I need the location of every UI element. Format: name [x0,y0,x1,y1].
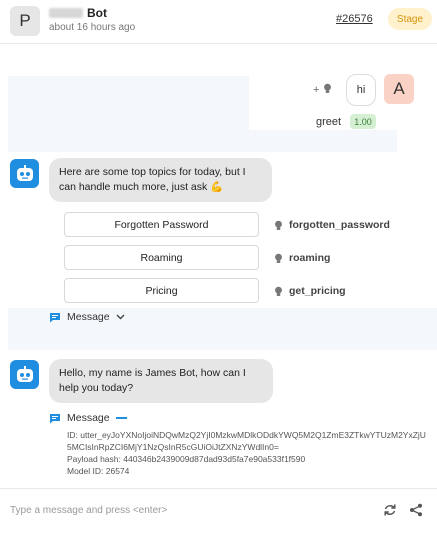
lightbulb-icon [274,253,284,264]
quick-reply-button[interactable]: Pricing [64,278,259,303]
message-composer [0,488,437,534]
message-metadata: ID: utter_eyJoYXNoIjoiNDQwMzQ2YjI0MzkwMD… [67,429,429,477]
refresh-icon[interactable] [383,503,397,517]
stage-badge[interactable]: Stage [388,8,432,30]
bot-name-label: Bot [87,6,107,20]
collapse-icon [115,416,127,420]
confidence-badge: 1.00 [350,114,376,129]
conversation-header: P Bot about 16 hours ago #26576 Stage [0,0,437,44]
plus-label: + [313,84,320,96]
chat-bubble-icon [49,413,61,424]
highlight-band [249,130,397,152]
quick-reply-intent: get_pricing [274,285,346,297]
user-avatar: A [384,74,414,104]
conversation-id-link[interactable]: #26576 [336,13,373,25]
intent-label[interactable]: greet [316,116,341,128]
highlight-band [398,308,437,329]
message-id-line: ID: utter_eyJoYXNoIjoiNDQwMzQ2YjI0MzkwMD… [67,430,426,452]
bot-message-bubble: Hello, my name is James Bot, how can I h… [49,359,273,403]
share-icon[interactable] [409,503,423,517]
message-toggle-label: Message [67,412,110,424]
lightbulb-icon [274,286,284,297]
quick-reply-intent: roaming [274,252,330,264]
bot-avatar-letter: P [10,6,40,36]
robot-icon [10,360,39,389]
chevron-down-icon [116,314,125,320]
highlight-band [8,76,249,152]
quick-reply-intent-label: roaming [289,252,331,264]
message-input[interactable] [10,501,370,519]
conversation-timestamp: about 16 hours ago [49,22,136,33]
lightbulb-icon [274,220,284,231]
highlight-band [8,328,437,350]
add-intent-control[interactable]: + [313,83,332,96]
redacted-name [49,8,83,18]
message-toggle-label: Message [67,311,110,323]
lightbulb-icon [323,83,332,96]
message-details-toggle[interactable]: Message [49,311,125,323]
payload-hash-line: Payload hash: 440346b2439009d87dad93d5fa… [67,454,306,464]
message-details-toggle[interactable]: Message [49,412,127,424]
model-id-line: Model ID: 26574 [67,466,130,476]
bot-message-bubble: Here are some top topics for today, but … [49,158,272,202]
quick-reply-button[interactable]: Forgotten Password [64,212,259,237]
chat-bubble-icon [49,312,61,323]
quick-reply-intent: forgotten_password [274,219,390,231]
quick-reply-button[interactable]: Roaming [64,245,259,270]
robot-icon [10,159,39,188]
user-message-bubble: hi [346,74,376,106]
bot-name: Bot [49,6,107,20]
quick-reply-intent-label: get_pricing [289,285,346,297]
quick-reply-intent-label: forgotten_password [289,219,390,231]
